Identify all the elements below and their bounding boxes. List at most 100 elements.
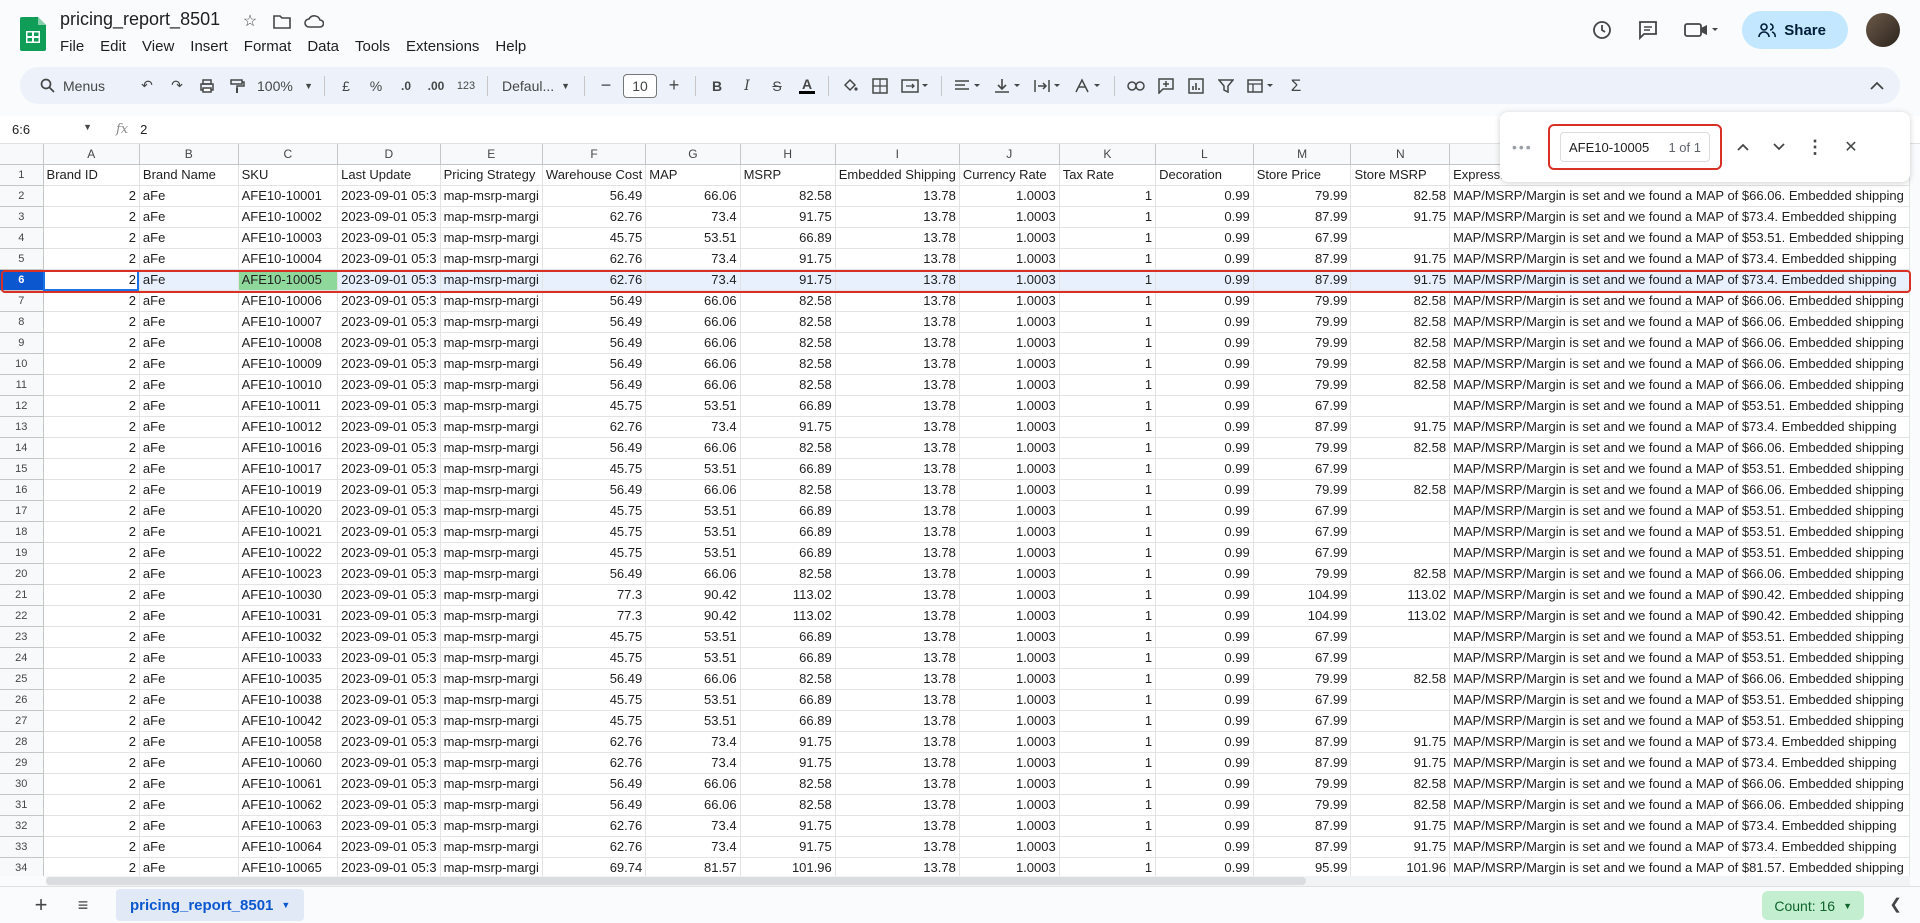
cell-store-price[interactable]: 87.99: [1253, 752, 1352, 774]
header-cell[interactable]: Store MSRP: [1350, 164, 1451, 186]
cell-expression[interactable]: MAP/MSRP/Margin is set and we found a MA…: [1449, 185, 1910, 207]
cell-last-update[interactable]: 2023-09-01 05:3: [337, 815, 441, 837]
cell-brand-id[interactable]: 2: [43, 374, 140, 396]
cell-currency-rate[interactable]: 1.0003: [959, 290, 1060, 312]
cell-warehouse-cost[interactable]: 69.74: [542, 857, 647, 876]
cell-tax-rate[interactable]: 1: [1059, 689, 1157, 711]
cell-warehouse-cost[interactable]: 56.49: [542, 353, 647, 375]
row-header[interactable]: 16: [0, 479, 44, 501]
cell-sku[interactable]: AFE10-10011: [238, 395, 339, 417]
cell-embedded-shipping[interactable]: 13.78: [835, 206, 960, 228]
header-cell[interactable]: Decoration: [1155, 164, 1254, 186]
cell-map[interactable]: 53.51: [645, 500, 741, 522]
cell-msrp[interactable]: 82.58: [740, 437, 836, 459]
column-header-n[interactable]: N: [1350, 144, 1451, 165]
cell-brand-name[interactable]: aFe: [139, 647, 239, 669]
cell-map[interactable]: 53.51: [645, 626, 741, 648]
cell-brand-name[interactable]: aFe: [139, 521, 239, 543]
cell-store-msrp[interactable]: [1350, 542, 1451, 564]
cell-store-price[interactable]: 79.99: [1253, 773, 1352, 795]
cell-tax-rate[interactable]: 1: [1059, 647, 1157, 669]
cell-sku[interactable]: AFE10-10023: [238, 563, 339, 585]
cell-map[interactable]: 81.57: [645, 857, 741, 876]
cell-store-msrp[interactable]: [1350, 710, 1451, 732]
currency-format-button[interactable]: £: [333, 72, 359, 100]
cell-store-msrp[interactable]: 113.02: [1350, 605, 1451, 627]
cell-brand-name[interactable]: aFe: [139, 836, 239, 858]
cell-last-update[interactable]: 2023-09-01 05:3: [337, 227, 441, 249]
cell-warehouse-cost[interactable]: 45.75: [542, 521, 647, 543]
percent-format-button[interactable]: %: [363, 72, 389, 100]
cell-pricing-strategy[interactable]: map-msrp-margi: [440, 542, 543, 564]
cell-store-price[interactable]: 87.99: [1253, 836, 1352, 858]
cell-map[interactable]: 90.42: [645, 584, 741, 606]
row-header[interactable]: 25: [0, 668, 44, 690]
row-header[interactable]: 1: [0, 164, 44, 186]
cell-warehouse-cost[interactable]: 56.49: [542, 437, 647, 459]
cell-map[interactable]: 73.4: [645, 248, 741, 270]
cell-msrp[interactable]: 82.58: [740, 353, 836, 375]
cell-map[interactable]: 53.51: [645, 689, 741, 711]
cell-currency-rate[interactable]: 1.0003: [959, 815, 1060, 837]
row-header[interactable]: 22: [0, 605, 44, 627]
cell-last-update[interactable]: 2023-09-01 05:3: [337, 689, 441, 711]
cell-brand-id[interactable]: 2: [43, 773, 140, 795]
cell-currency-rate[interactable]: 1.0003: [959, 773, 1060, 795]
cell-store-price[interactable]: 79.99: [1253, 374, 1352, 396]
cell-embedded-shipping[interactable]: 13.78: [835, 773, 960, 795]
cell-sku[interactable]: AFE10-10004: [238, 248, 339, 270]
cell-sku[interactable]: AFE10-10060: [238, 752, 339, 774]
cell-embedded-shipping[interactable]: 13.78: [835, 731, 960, 753]
cell-msrp[interactable]: 82.58: [740, 563, 836, 585]
cell-sku[interactable]: AFE10-10019: [238, 479, 339, 501]
cell-tax-rate[interactable]: 1: [1059, 227, 1157, 249]
cell-msrp[interactable]: 66.89: [740, 689, 836, 711]
cell-warehouse-cost[interactable]: 56.49: [542, 668, 647, 690]
cell-brand-id[interactable]: 2: [43, 206, 140, 228]
cell-tax-rate[interactable]: 1: [1059, 605, 1157, 627]
cell-decoration[interactable]: 0.99: [1155, 500, 1254, 522]
count-summary[interactable]: Count: 16 ▼: [1762, 891, 1864, 920]
cell-tax-rate[interactable]: 1: [1059, 773, 1157, 795]
cell-brand-name[interactable]: aFe: [139, 605, 239, 627]
cell-last-update[interactable]: 2023-09-01 05:3: [337, 458, 441, 480]
cell-decoration[interactable]: 0.99: [1155, 836, 1254, 858]
cell-sku[interactable]: AFE10-10030: [238, 584, 339, 606]
sheets-logo-icon[interactable]: [20, 17, 46, 51]
name-box[interactable]: 6:6 ▼: [0, 122, 100, 137]
cell-sku[interactable]: AFE10-10002: [238, 206, 339, 228]
cell-msrp[interactable]: 82.58: [740, 668, 836, 690]
fill-color-icon[interactable]: [837, 72, 863, 100]
cell-sku[interactable]: AFE10-10008: [238, 332, 339, 354]
cell-embedded-shipping[interactable]: 13.78: [835, 836, 960, 858]
cell-store-msrp[interactable]: 101.96: [1350, 857, 1451, 876]
cell-brand-name[interactable]: aFe: [139, 626, 239, 648]
cell-map[interactable]: 90.42: [645, 605, 741, 627]
redo-icon[interactable]: ↷: [164, 72, 190, 100]
cell-store-msrp[interactable]: 91.75: [1350, 815, 1451, 837]
cell-map[interactable]: 73.4: [645, 269, 741, 291]
cell-store-price[interactable]: 67.99: [1253, 647, 1352, 669]
row-header[interactable]: 5: [0, 248, 44, 270]
cell-last-update[interactable]: 2023-09-01 05:3: [337, 311, 441, 333]
cell-msrp[interactable]: 82.58: [740, 311, 836, 333]
row-header[interactable]: 8: [0, 311, 44, 333]
cell-msrp[interactable]: 66.89: [740, 647, 836, 669]
cell-store-price[interactable]: 104.99: [1253, 605, 1352, 627]
cell-decoration[interactable]: 0.99: [1155, 437, 1254, 459]
cell-last-update[interactable]: 2023-09-01 05:3: [337, 752, 441, 774]
cell-decoration[interactable]: 0.99: [1155, 311, 1254, 333]
cell-pricing-strategy[interactable]: map-msrp-margi: [440, 500, 543, 522]
cell-warehouse-cost[interactable]: 62.76: [542, 248, 647, 270]
cell-store-msrp[interactable]: [1350, 227, 1451, 249]
cell-pricing-strategy[interactable]: map-msrp-margi: [440, 416, 543, 438]
cell-store-price[interactable]: 67.99: [1253, 521, 1352, 543]
insert-link-icon[interactable]: [1123, 72, 1149, 100]
row-header[interactable]: 23: [0, 626, 44, 648]
header-cell[interactable]: Embedded Shipping: [835, 164, 960, 186]
cell-currency-rate[interactable]: 1.0003: [959, 689, 1060, 711]
drag-handle-icon[interactable]: •••: [1512, 139, 1542, 155]
close-icon[interactable]: ✕: [1836, 132, 1866, 162]
cell-store-msrp[interactable]: 82.58: [1350, 794, 1451, 816]
cell-warehouse-cost[interactable]: 45.75: [542, 626, 647, 648]
